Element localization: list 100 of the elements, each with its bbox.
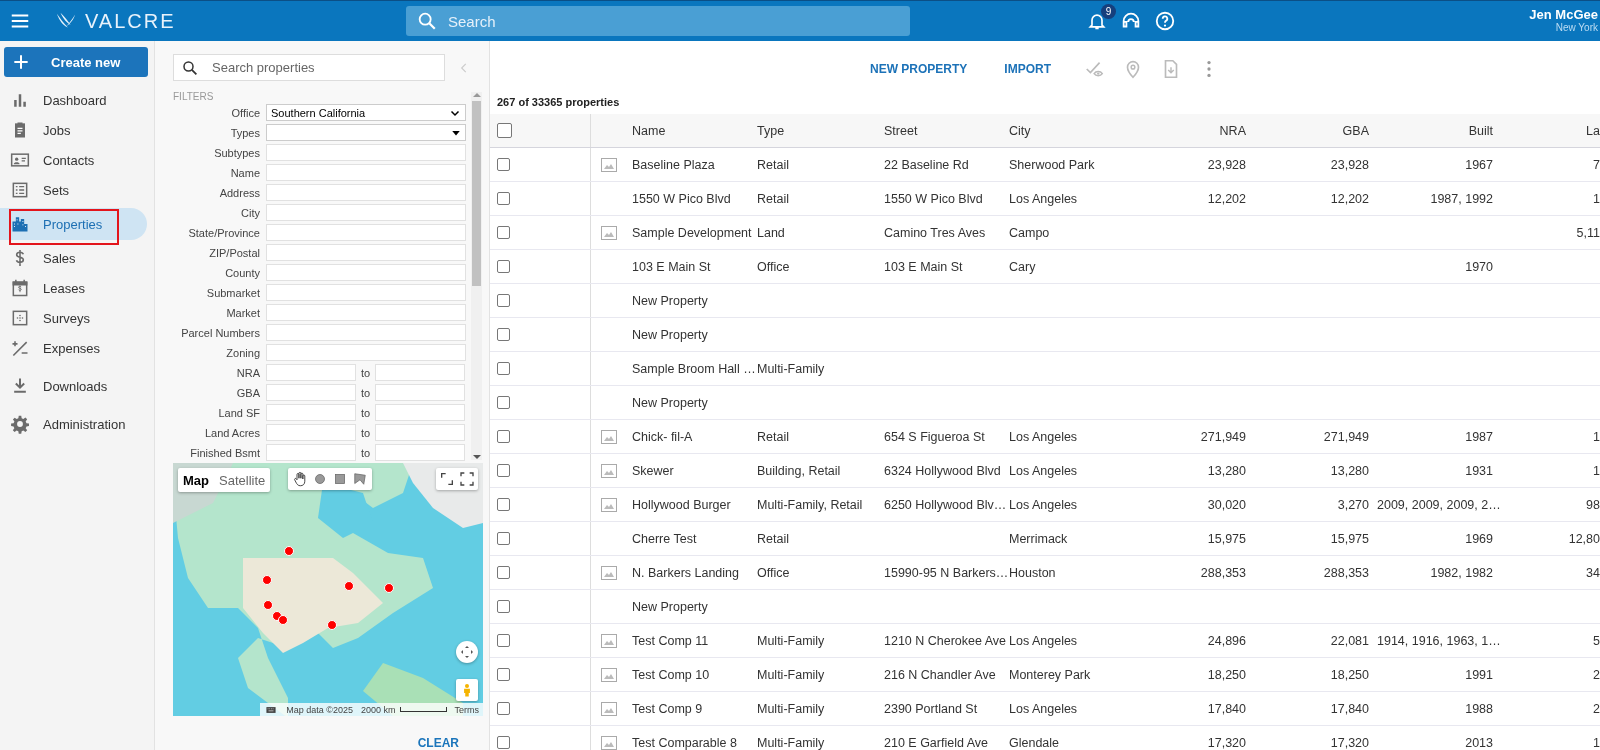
row-checkbox[interactable] bbox=[497, 498, 510, 511]
map-marker[interactable] bbox=[344, 581, 354, 591]
row-checkbox[interactable] bbox=[497, 600, 510, 613]
search-field[interactable]: Search bbox=[406, 6, 910, 36]
pan-control-icon[interactable] bbox=[459, 644, 475, 660]
terms-link[interactable]: Terms bbox=[450, 703, 483, 716]
row-checkbox[interactable] bbox=[497, 328, 510, 341]
filter-label: Address bbox=[218, 186, 260, 199]
row-checkbox[interactable] bbox=[497, 532, 510, 545]
input-field[interactable] bbox=[266, 184, 466, 201]
input-field[interactable] bbox=[266, 384, 356, 401]
nav-item[interactable]: Sales bbox=[0, 243, 147, 273]
input-field[interactable] bbox=[266, 244, 466, 261]
row-checkbox[interactable] bbox=[497, 634, 510, 647]
row-checkbox[interactable] bbox=[497, 192, 510, 205]
office-select[interactable]: Southern California bbox=[266, 104, 466, 121]
input-field[interactable] bbox=[266, 144, 466, 161]
nav-item[interactable]: Dashboard bbox=[0, 85, 147, 115]
input-field[interactable] bbox=[266, 164, 466, 181]
row-checkbox[interactable] bbox=[497, 294, 510, 307]
table-cell: 12,202 bbox=[1330, 191, 1369, 206]
polygon-icon[interactable] bbox=[351, 470, 369, 488]
input-field[interactable] bbox=[266, 284, 466, 301]
nav-item[interactable]: Downloads bbox=[0, 371, 147, 401]
user-name[interactable]: Jen McGee bbox=[1529, 8, 1598, 21]
input-field[interactable] bbox=[266, 224, 466, 241]
clear-button[interactable]: CLEAR bbox=[417, 736, 459, 750]
input-field[interactable] bbox=[266, 444, 356, 461]
row-checkbox[interactable] bbox=[497, 566, 510, 579]
input-field[interactable] bbox=[266, 424, 356, 441]
nav-item[interactable]: Expenses bbox=[0, 333, 147, 363]
column-header[interactable]: City bbox=[1009, 123, 1139, 138]
nav-item[interactable]: Leases bbox=[0, 273, 147, 303]
row-checkbox[interactable] bbox=[497, 668, 510, 681]
input-field[interactable] bbox=[375, 364, 465, 381]
table-cell: 1 bbox=[1593, 463, 1600, 478]
table-cell: 15990-95 N Barkers… bbox=[884, 565, 1009, 580]
column-header[interactable]: La bbox=[1501, 123, 1600, 138]
select-field[interactable] bbox=[266, 124, 466, 141]
row-checkbox[interactable] bbox=[497, 736, 510, 749]
map-marker[interactable] bbox=[384, 583, 394, 593]
input-field[interactable] bbox=[375, 404, 465, 421]
input-field[interactable] bbox=[375, 424, 465, 441]
new-property-button[interactable]: NEW PROPERTY bbox=[870, 62, 968, 76]
column-header[interactable]: NRA bbox=[1139, 123, 1254, 138]
dotted-square-icon bbox=[10, 308, 30, 328]
column-header[interactable]: Type bbox=[757, 123, 884, 138]
row-checkbox[interactable] bbox=[497, 362, 510, 375]
scrollbar[interactable] bbox=[471, 92, 482, 460]
filter-label: Parcel Numbers bbox=[180, 326, 260, 339]
input-field[interactable] bbox=[266, 204, 466, 221]
row-checkbox[interactable] bbox=[497, 702, 510, 715]
help-icon[interactable] bbox=[1154, 10, 1176, 32]
nav-item[interactable]: Properties bbox=[0, 208, 147, 240]
table-cell: 1550 W Pico Blvd bbox=[884, 191, 983, 206]
input-field[interactable] bbox=[266, 404, 356, 421]
row-checkbox[interactable] bbox=[497, 158, 510, 171]
map-marker[interactable] bbox=[262, 575, 272, 585]
scroll-down-icon[interactable] bbox=[472, 454, 481, 460]
row-checkbox[interactable] bbox=[497, 226, 510, 239]
input-field[interactable] bbox=[375, 444, 465, 461]
expand-icon[interactable] bbox=[439, 471, 455, 487]
row-checkbox[interactable] bbox=[497, 396, 510, 409]
map-marker[interactable] bbox=[278, 615, 288, 625]
input-field[interactable] bbox=[266, 324, 466, 341]
select-all-checkbox[interactable] bbox=[497, 123, 512, 138]
nav-item[interactable]: Sets bbox=[0, 175, 147, 205]
column-header[interactable]: Street bbox=[884, 123, 1009, 138]
range-separator: to bbox=[359, 446, 372, 459]
map-marker[interactable] bbox=[327, 620, 337, 630]
nav-item[interactable]: Jobs bbox=[0, 115, 147, 145]
table-cell: 1991 bbox=[1465, 667, 1493, 682]
scroll-up-icon[interactable] bbox=[472, 92, 481, 98]
fullscreen-icon[interactable] bbox=[459, 471, 475, 487]
nav-item[interactable]: Surveys bbox=[0, 303, 147, 333]
nav-item[interactable]: Contacts bbox=[0, 145, 147, 175]
input-field[interactable] bbox=[266, 364, 356, 381]
import-button[interactable]: IMPORT bbox=[1004, 62, 1051, 76]
map-marker[interactable] bbox=[263, 600, 273, 610]
column-header[interactable]: Name bbox=[632, 123, 757, 138]
bell-icon[interactable] bbox=[1087, 11, 1107, 31]
map-type-tab[interactable]: Satellite bbox=[214, 468, 271, 492]
filter-label: Market bbox=[225, 306, 260, 319]
nav-item[interactable]: Administration bbox=[0, 409, 147, 439]
input-field[interactable] bbox=[266, 304, 466, 321]
column-header[interactable]: Built bbox=[1377, 123, 1501, 138]
row-checkbox[interactable] bbox=[497, 260, 510, 273]
input-field[interactable] bbox=[266, 344, 466, 361]
create-new-button[interactable]: Create new bbox=[4, 47, 148, 77]
table-cell: Multi-Family bbox=[757, 667, 825, 682]
table-cell: 1969 bbox=[1465, 531, 1493, 546]
column-header[interactable]: GBA bbox=[1254, 123, 1377, 138]
row-checkbox[interactable] bbox=[497, 464, 510, 477]
logo-text: VALCRE bbox=[85, 9, 176, 33]
input-field[interactable] bbox=[375, 384, 465, 401]
search-field[interactable]: Search properties bbox=[173, 54, 445, 81]
map-marker[interactable] bbox=[284, 546, 294, 556]
table-cell: 13,280 bbox=[1330, 463, 1369, 478]
row-checkbox[interactable] bbox=[497, 430, 510, 443]
input-field[interactable] bbox=[266, 264, 466, 281]
